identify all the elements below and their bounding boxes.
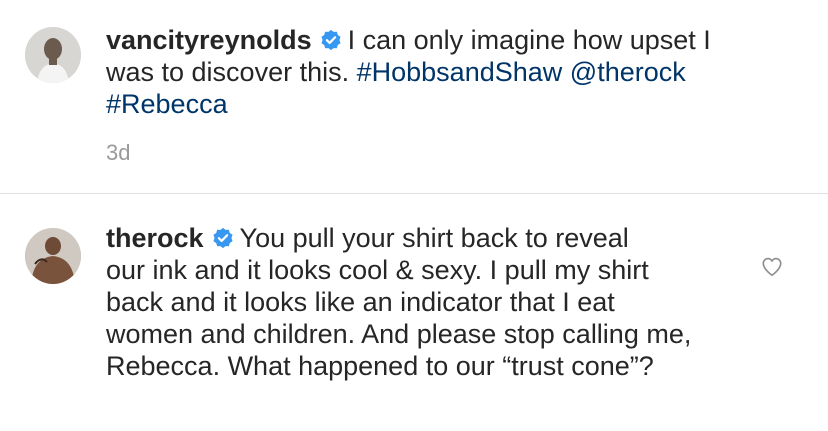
comment-username[interactable]: therock	[106, 223, 204, 253]
comment-text: our ink and it looks cool & sexy. I pull…	[106, 255, 692, 381]
user-avatar-icon	[25, 228, 81, 284]
comment-timestamp: 3d	[106, 140, 131, 165]
comment-vancityreynolds: vancityreynolds I can only imagine how up…	[0, 0, 828, 193]
avatar[interactable]	[25, 228, 81, 284]
mention-link[interactable]: @therock	[570, 57, 686, 87]
comment-therock: therock You pull your shirt back to revea…	[0, 195, 828, 431]
comment-username[interactable]: vancityreynolds	[106, 25, 312, 55]
user-avatar-icon	[25, 27, 81, 83]
comment-body: therock You pull your shirt back to revea…	[106, 222, 706, 382]
avatar[interactable]	[25, 27, 81, 83]
heart-outline-icon[interactable]	[761, 256, 783, 278]
hashtag-link[interactable]: #HobbsandShaw	[357, 57, 563, 87]
divider	[0, 193, 828, 194]
verified-badge-icon	[213, 227, 233, 249]
verified-badge-icon	[321, 29, 341, 51]
comment-body: vancityreynolds I can only imagine how up…	[106, 24, 766, 120]
hashtag-link[interactable]: #Rebecca	[106, 89, 228, 119]
comment-text-line1: You pull your shirt back to reveal	[239, 223, 629, 253]
